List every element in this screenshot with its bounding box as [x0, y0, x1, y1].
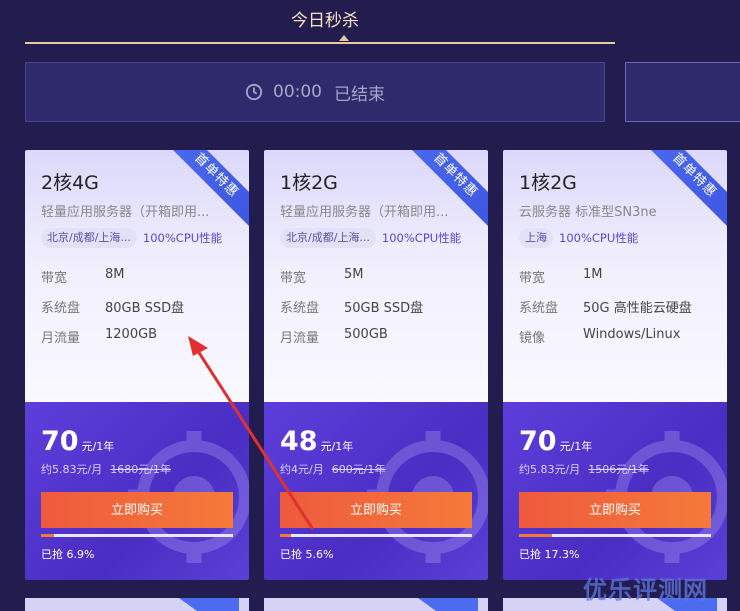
price-row: 48 元/1年	[280, 426, 353, 457]
card-title: 1核2G	[519, 172, 577, 194]
sold-percent: 已抢 6.9%	[41, 548, 95, 561]
countdown-panel: 00:00 已结束	[25, 62, 605, 122]
monthly-price: 约4元/月	[280, 463, 324, 476]
price: 70	[41, 426, 79, 457]
sold-percent: 已抢 5.6%	[280, 548, 334, 561]
price: 48	[280, 426, 318, 457]
spec-label: 月流量	[41, 331, 81, 346]
spec-value: 80GB SSD盘	[105, 301, 185, 316]
buy-now-button[interactable]: 立即购买	[41, 492, 233, 528]
price-unit: 元/1年	[559, 440, 593, 453]
product-card: 首单特惠 2核4G 轻量应用服务器（开箱即用... 北京/成都/上海... 10…	[25, 150, 249, 580]
sold-progress-bar	[41, 534, 233, 537]
spec-row: 系统盘 80GB SSD盘	[41, 297, 184, 327]
region-tag[interactable]: 上海	[519, 228, 553, 248]
spec-value: 8M	[105, 267, 125, 282]
sold-progress-fill	[41, 534, 55, 537]
monthly-row: 约5.83元/月 1506元/1年	[519, 461, 649, 477]
spec-value: Windows/Linux	[583, 327, 681, 342]
clock-icon	[245, 83, 263, 101]
region-tag[interactable]: 北京/成都/上海...	[41, 228, 137, 248]
countdown-time: 00:00	[273, 82, 322, 102]
ribbon-fragment	[418, 598, 478, 611]
price-row: 70 元/1年	[41, 426, 114, 457]
spec-value: 1200GB	[105, 327, 158, 342]
card-tags: 上海 100%CPU性能	[519, 228, 638, 248]
site-watermark: 优乐评测网	[583, 576, 708, 604]
price-unit: 元/1年	[320, 440, 354, 453]
spec-value: 50GB SSD盘	[344, 301, 424, 316]
sold-progress-bar	[519, 534, 711, 537]
product-card: 首单特惠 1核2G 轻量应用服务器（开箱即用... 北京/成都/上海... 10…	[264, 150, 488, 580]
card-title: 1核2G	[280, 172, 338, 194]
spec-label: 系统盘	[519, 301, 559, 316]
card-subtitle: 云服务器 标准型SN3ne	[519, 205, 657, 220]
spec-label: 带宽	[41, 271, 68, 286]
original-price: 1506元/1年	[588, 463, 649, 476]
monthly-price: 约5.83元/月	[41, 463, 103, 476]
sold-progress-fill	[519, 534, 553, 537]
spec-row: 系统盘 50GB SSD盘	[280, 297, 423, 327]
card-subtitle: 轻量应用服务器（开箱即用...	[41, 205, 210, 220]
sold-progress-bar	[280, 534, 472, 537]
price-row: 70 元/1年	[519, 426, 592, 457]
card-tags: 北京/成都/上海... 100%CPU性能	[280, 228, 461, 248]
ribbon-fragment	[179, 598, 239, 611]
tab-flash-sale[interactable]: 今日秒杀	[280, 6, 370, 31]
spec-label: 带宽	[280, 271, 307, 286]
spec-label: 系统盘	[280, 301, 320, 316]
price-unit: 元/1年	[81, 440, 115, 453]
buy-now-button[interactable]: 立即购买	[280, 492, 472, 528]
card-subtitle: 轻量应用服务器（开箱即用...	[280, 205, 449, 220]
original-price: 600元/1年	[331, 463, 386, 476]
spec-row: 镜像 Windows/Linux	[519, 327, 692, 357]
spec-value: 5M	[344, 267, 364, 282]
spec-row: 系统盘 50G 高性能云硬盘	[519, 297, 692, 327]
spec-value: 50G 高性能云硬盘	[583, 301, 692, 316]
original-price: 1680元/1年	[110, 463, 171, 476]
product-card-next-row	[264, 598, 488, 611]
spec-row: 带宽 8M	[41, 267, 184, 297]
spec-row: 月流量 1200GB	[41, 327, 184, 357]
cpu-tag: 100%CPU性能	[381, 231, 462, 245]
spec-row: 带宽 5M	[280, 267, 423, 297]
spec-list: 带宽 1M 系统盘 50G 高性能云硬盘 镜像 Windows/Linux	[519, 267, 692, 357]
spec-value: 1M	[583, 267, 603, 282]
spec-label: 月流量	[280, 331, 320, 346]
sold-percent: 已抢 17.3%	[519, 548, 580, 561]
sold-progress-fill	[280, 534, 291, 537]
product-card: 首单特惠 1核2G 云服务器 标准型SN3ne 上海 100%CPU性能 带宽 1…	[503, 150, 727, 580]
monthly-row: 约4元/月 600元/1年	[280, 461, 385, 477]
cpu-tag: 100%CPU性能	[142, 231, 223, 245]
tab-active-indicator	[339, 35, 349, 41]
tab-bar: 今日秒杀	[25, 0, 615, 44]
spec-label: 系统盘	[41, 301, 81, 316]
spec-list: 带宽 8M 系统盘 80GB SSD盘 月流量 1200GB	[41, 267, 184, 357]
region-tag[interactable]: 北京/成都/上海...	[280, 228, 376, 248]
buy-now-button[interactable]: 立即购买	[519, 492, 711, 528]
countdown-status: 已结束	[334, 84, 385, 105]
cpu-tag: 100%CPU性能	[559, 231, 639, 245]
spec-row: 带宽 1M	[519, 267, 692, 297]
monthly-price: 约5.83元/月	[519, 463, 581, 476]
spec-row: 月流量 500GB	[280, 327, 423, 357]
spec-label: 带宽	[519, 271, 546, 286]
next-session-panel[interactable]	[625, 62, 740, 122]
product-card-next-row	[25, 598, 249, 611]
spec-list: 带宽 5M 系统盘 50GB SSD盘 月流量 500GB	[280, 267, 423, 357]
spec-label: 镜像	[519, 331, 546, 346]
card-tags: 北京/成都/上海... 100%CPU性能	[41, 228, 222, 248]
card-title: 2核4G	[41, 172, 99, 194]
monthly-row: 约5.83元/月 1680元/1年	[41, 461, 171, 477]
spec-value: 500GB	[344, 327, 388, 342]
price: 70	[519, 426, 557, 457]
